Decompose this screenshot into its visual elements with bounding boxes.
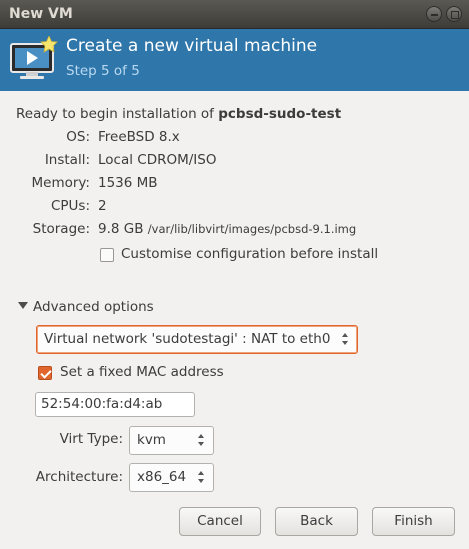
architecture-label: Architecture:: [35, 469, 123, 485]
storage-value: 9.8 GB /var/lib/libvirt/images/pcbsd-9.1…: [98, 221, 356, 237]
back-button[interactable]: Back: [275, 507, 358, 536]
vm-name: pcbsd-sudo-test: [218, 106, 342, 122]
memory-value: 1536 MB: [98, 175, 158, 191]
virtual-machine-monitor-icon: [10, 36, 58, 79]
updown-arrows-icon: [198, 433, 206, 448]
virt-type-select[interactable]: kvm: [129, 426, 214, 455]
updown-arrows-icon: [342, 332, 350, 347]
minimize-button[interactable]: [426, 6, 442, 22]
ready-text: Ready to begin installation of pcbsd-sud…: [16, 106, 341, 122]
cancel-button[interactable]: Cancel: [179, 507, 261, 536]
wizard-banner: Create a new virtual machine Step 5 of 5: [0, 29, 469, 91]
advanced-options-expander[interactable]: Advanced options: [33, 299, 154, 315]
storage-path: /var/lib/libvirt/images/pcbsd-9.1.img: [147, 222, 357, 236]
cpus-value: 2: [98, 198, 107, 214]
window-title: New VM: [9, 6, 73, 22]
memory-label: Memory:: [31, 175, 90, 191]
storage-label: Storage:: [32, 221, 90, 237]
finish-button[interactable]: Finish: [372, 507, 455, 536]
expander-arrow-icon[interactable]: [18, 302, 28, 309]
architecture-select[interactable]: x86_64: [129, 463, 214, 492]
ready-prefix: Ready to begin installation of: [16, 106, 219, 122]
network-select-value: Virtual network 'sudotestagi' : NAT to e…: [44, 331, 331, 347]
os-label: OS:: [66, 129, 90, 145]
cpus-label: CPUs:: [50, 198, 90, 214]
mac-address-input[interactable]: 52:54:00:fa:d4:ab: [35, 392, 195, 417]
fixed-mac-label[interactable]: Set a fixed MAC address: [60, 364, 224, 380]
install-value: Local CDROM/ISO: [98, 152, 217, 168]
customise-checkbox[interactable]: [100, 248, 114, 262]
virt-type-value: kvm: [137, 432, 166, 448]
updown-arrows-icon: [198, 470, 206, 485]
virt-type-label: Virt Type:: [59, 431, 123, 447]
architecture-value: x86_64: [137, 469, 187, 485]
network-select[interactable]: Virtual network 'sudotestagi' : NAT to e…: [36, 325, 358, 354]
fixed-mac-checkbox[interactable]: [38, 366, 52, 380]
banner-title: Create a new virtual machine: [66, 36, 318, 56]
maximize-button[interactable]: [446, 6, 462, 22]
install-label: Install:: [44, 152, 90, 168]
os-value: FreeBSD 8.x: [98, 129, 180, 145]
banner-step: Step 5 of 5: [66, 63, 140, 79]
customise-label[interactable]: Customise configuration before install: [121, 246, 378, 262]
storage-size: 9.8 GB: [98, 221, 144, 237]
window-titlebar[interactable]: New VM: [0, 0, 469, 29]
